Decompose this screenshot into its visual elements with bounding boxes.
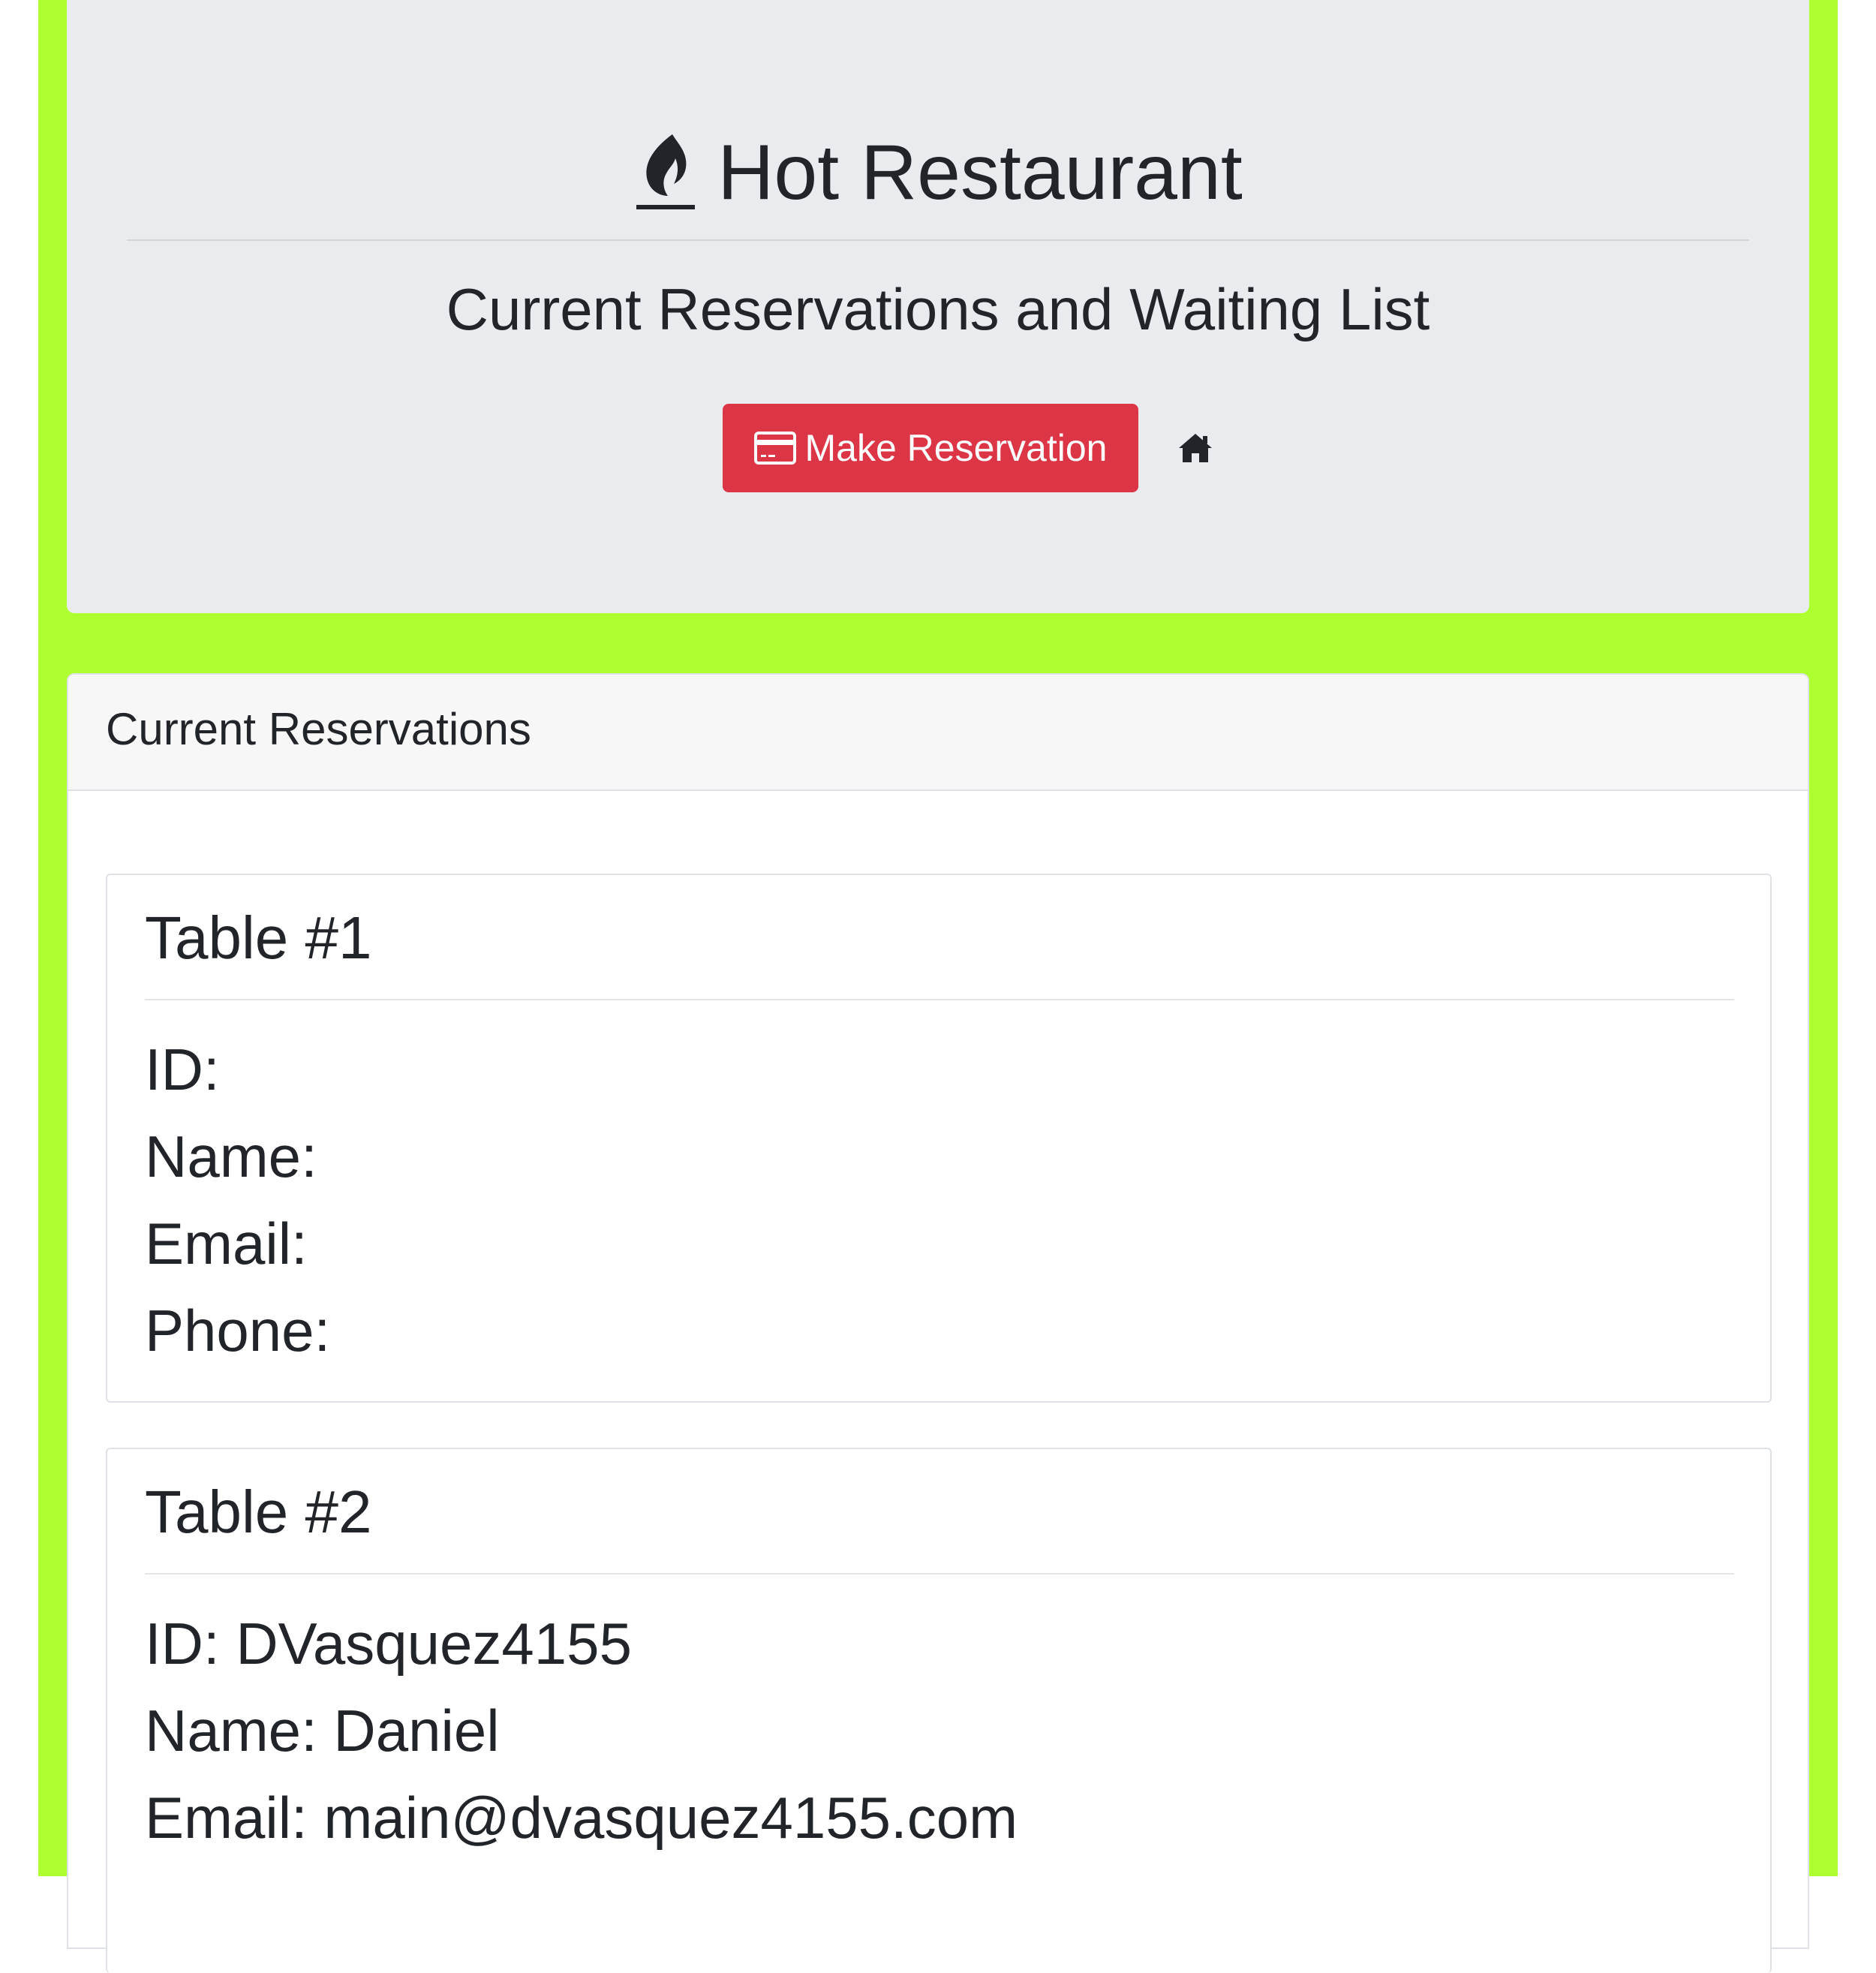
table-title: Table #2 <box>145 1478 372 1545</box>
page-title: Hot Restaurant <box>717 129 1243 216</box>
make-reservation-button[interactable]: Make Reservation <box>722 404 1139 492</box>
table-card-1: Table #1 ID: Name: Email: Phone: <box>106 874 1772 1403</box>
action-row: Make Reservation <box>67 404 1809 492</box>
credit-card-icon <box>753 432 796 465</box>
make-reservation-label: Make Reservation <box>804 427 1108 469</box>
jumbotron-header: Hot Restaurant Current Reservations and … <box>67 0 1809 613</box>
page-background: Hot Restaurant Current Reservations and … <box>38 0 1838 1973</box>
fire-icon <box>636 134 696 209</box>
header-divider <box>127 239 1749 241</box>
table-phone: Phone: <box>145 1298 331 1364</box>
table-id: ID: DVasquez4155 <box>145 1611 632 1677</box>
reservations-card: Current Reservations Table #1 ID: Name: … <box>67 673 1809 1973</box>
reservations-header-label: Current Reservations <box>106 704 531 754</box>
table-id: ID: <box>145 1036 220 1102</box>
table-email: Email: <box>145 1211 308 1277</box>
table-title: Table #1 <box>145 904 372 971</box>
reservations-card-header: Current Reservations <box>68 675 1808 791</box>
table-divider <box>145 999 1734 1000</box>
table-name: Name: Daniel <box>145 1698 500 1764</box>
page-subtitle: Current Reservations and Waiting List <box>446 276 1430 342</box>
table-divider <box>145 1573 1734 1574</box>
table-card-2: Table #2 ID: DVasquez4155 Name: Daniel E… <box>106 1448 1772 1973</box>
table-name: Name: <box>145 1123 317 1190</box>
home-icon[interactable] <box>1177 432 1213 465</box>
table-email: Email: main@dvasquez4155.com <box>145 1785 1018 1851</box>
title-row: Hot Restaurant <box>67 124 1809 221</box>
